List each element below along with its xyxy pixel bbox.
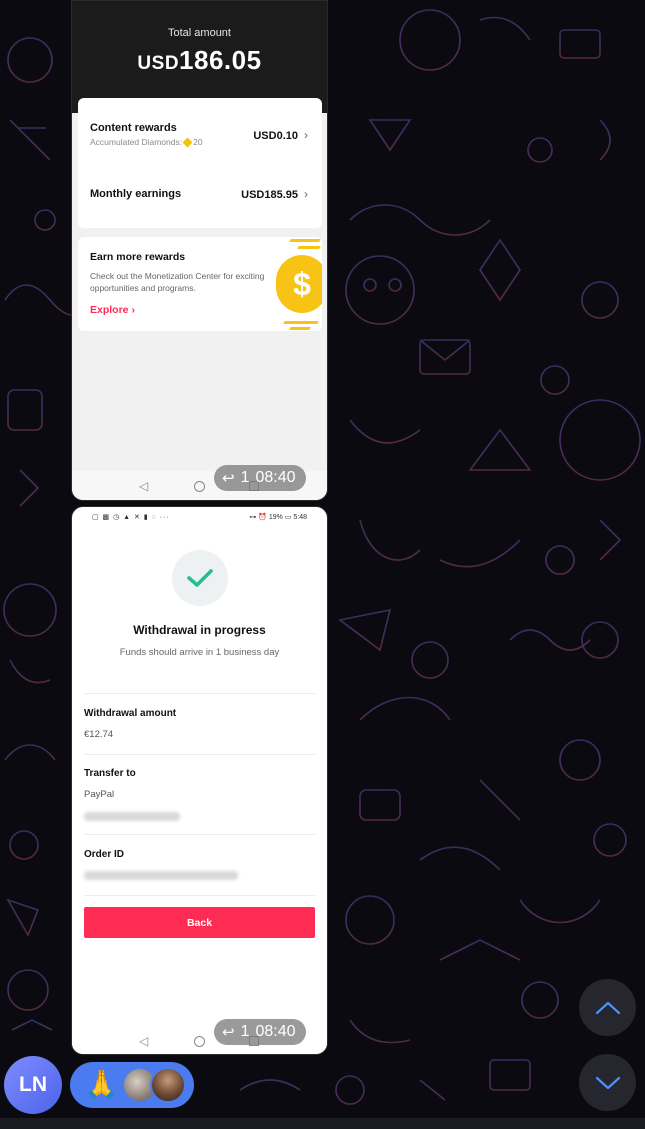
reply-arrow-icon: ↩	[222, 470, 235, 487]
reply-arrow-icon: ↩	[222, 1024, 235, 1041]
coin-stripe	[297, 246, 321, 249]
chevron-right-icon: ›	[131, 304, 135, 316]
message-time: 08:40	[255, 1023, 296, 1040]
message-time-badge[interactable]: ↩ 1 08:40	[214, 1019, 306, 1045]
success-badge	[172, 550, 228, 606]
total-currency: USD	[137, 53, 180, 74]
promo-title: Earn more rewards	[90, 251, 186, 263]
coin-stripe	[289, 327, 311, 330]
chevron-down-icon	[595, 1076, 620, 1089]
earnings-header: Total amount USD186.05	[72, 1, 327, 113]
chevron-up-icon	[595, 1001, 620, 1014]
monthly-earnings-value: USD185.95	[241, 189, 298, 201]
withdrawal-title: Withdrawal in progress	[133, 623, 266, 637]
diamonds-count: 20	[193, 137, 203, 147]
promo-description: Check out the Monetization Center for ex…	[90, 271, 265, 293]
monthly-earnings-row[interactable]: Monthly earnings USD185.95 ›	[90, 185, 308, 203]
earnings-card: Content rewards Accumulated Diamonds: 20 …	[78, 98, 322, 228]
total-amount-number: 186.05	[179, 45, 262, 75]
content-rewards-row[interactable]: Content rewards Accumulated Diamonds: 20 …	[90, 122, 308, 148]
phone-status-bar: ▢ ▩ ◷ ▲ ✕ ▮ ◌ ··· ⊶ ⏰ 19% ▭ 5:48	[72, 507, 327, 527]
transfer-to-label: Transfer to	[84, 768, 136, 779]
check-icon	[187, 569, 213, 587]
monthly-earnings-label: Monthly earnings	[90, 188, 182, 200]
withdrawal-screenshot[interactable]: ▢ ▩ ◷ ▲ ✕ ▮ ◌ ··· ⊶ ⏰ 19% ▭ 5:48 Withdra…	[71, 506, 328, 1055]
status-left-icons: ▢ ▩ ◷ ▲ ✕ ▮ ◌ ···	[92, 514, 170, 521]
reply-count: 1	[240, 469, 250, 486]
order-id-label: Order ID	[84, 849, 125, 860]
status-right-info: ⊶ ⏰ 19% ▭ 5:48	[249, 514, 307, 521]
chevron-right-icon: ›	[304, 187, 308, 201]
withdrawal-amount-value: €12.74	[84, 729, 114, 740]
total-amount-label: Total amount	[168, 27, 231, 39]
chevron-right-icon: ›	[304, 127, 308, 142]
message-time-badge[interactable]: ↩ 1 08:40	[214, 465, 306, 491]
home-circle-icon[interactable]	[194, 481, 205, 492]
reaction-emoji: 🙏	[84, 1069, 119, 1100]
reactor-avatar	[150, 1067, 186, 1103]
input-area-edge	[0, 1118, 645, 1129]
total-amount-value: USD186.05	[72, 45, 327, 76]
redacted-email	[84, 812, 180, 821]
reaction-bar[interactable]: 🙏	[70, 1062, 194, 1108]
divider	[84, 693, 315, 694]
transfer-to-value: PayPal	[84, 789, 115, 800]
scroll-up-button[interactable]	[579, 979, 636, 1036]
coin-stripe	[283, 321, 319, 324]
divider	[84, 895, 315, 896]
back-triangle-icon[interactable]: ◁	[139, 1034, 148, 1048]
withdrawal-amount-label: Withdrawal amount	[84, 708, 177, 719]
redacted-order-id	[84, 871, 238, 880]
earn-more-rewards-card[interactable]: Earn more rewards Check out the Monetiza…	[78, 237, 322, 331]
divider	[84, 834, 315, 835]
earnings-screenshot[interactable]: Total amount USD186.05 Content rewards A…	[71, 0, 328, 501]
scroll-down-button[interactable]	[579, 1054, 636, 1111]
diamond-icon	[182, 137, 193, 148]
sender-avatar[interactable]: LN	[4, 1056, 62, 1114]
message-time: 08:40	[255, 469, 296, 486]
content-rewards-value: USD0.10	[253, 129, 298, 142]
coin-stripe	[289, 239, 321, 242]
diamonds-label: Accumulated Diamonds:	[90, 137, 183, 147]
explore-link[interactable]: Explore ›	[90, 304, 135, 316]
back-triangle-icon[interactable]: ◁	[139, 479, 148, 493]
home-circle-icon[interactable]	[194, 1036, 205, 1047]
explore-link-label: Explore	[90, 304, 129, 316]
accumulated-diamonds: Accumulated Diamonds: 20	[90, 137, 203, 148]
back-button[interactable]: Back	[84, 907, 315, 938]
dollar-coin-icon: $	[276, 255, 322, 313]
reply-count: 1	[240, 1023, 250, 1040]
withdrawal-subtitle: Funds should arrive in 1 business day	[119, 647, 280, 658]
content-rewards-label: Content rewards	[90, 122, 177, 134]
divider	[84, 754, 315, 755]
